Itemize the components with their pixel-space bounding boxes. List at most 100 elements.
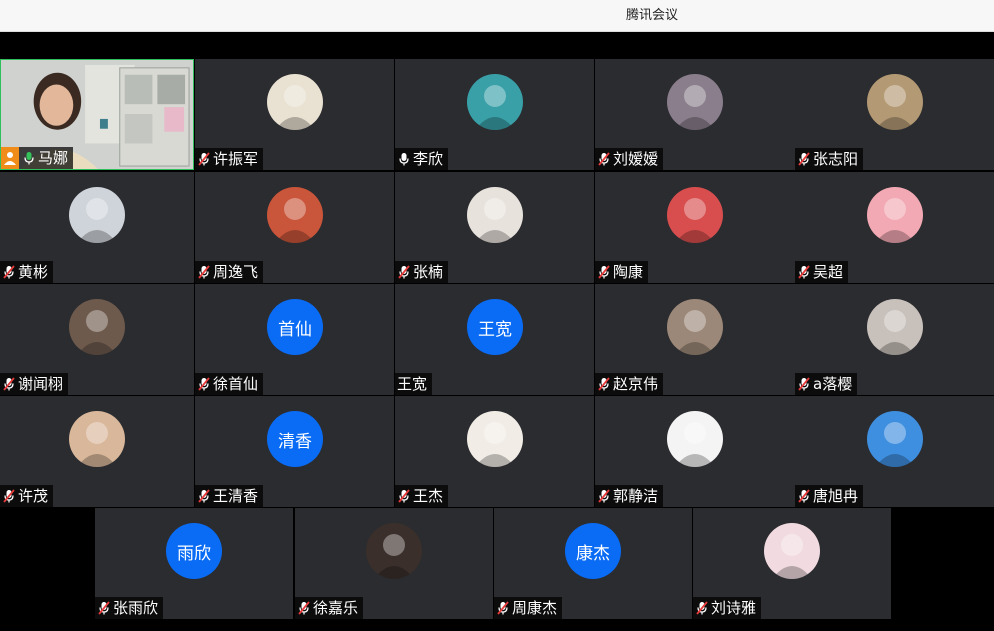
participant-tile[interactable]: 刘诗雅 xyxy=(693,508,891,619)
mic-muted-icon xyxy=(397,489,413,503)
participant-name: 刘诗雅 xyxy=(711,599,757,617)
participant-tile[interactable]: 清香 王清香 xyxy=(195,396,394,507)
avatar xyxy=(867,74,923,130)
participant-tile[interactable]: 刘嫒嫒 xyxy=(595,59,795,170)
mic-muted-icon xyxy=(397,265,413,279)
participant-name: 王杰 xyxy=(413,487,444,505)
avatar xyxy=(267,74,323,130)
avatar xyxy=(267,187,323,243)
participant-name: 黄彬 xyxy=(18,263,49,281)
mic-muted-icon xyxy=(197,265,213,279)
avatar xyxy=(467,411,523,467)
participant-name: 马娜 xyxy=(38,149,69,167)
avatar xyxy=(764,523,820,579)
participant-name: 张志阳 xyxy=(813,150,859,168)
avatar xyxy=(467,187,523,243)
host-icon xyxy=(1,147,19,169)
participant-name-label: a落樱 xyxy=(795,373,858,395)
participant-name-label: 刘嫒嫒 xyxy=(595,148,664,170)
avatar: 王宽 xyxy=(467,299,523,355)
participant-tile[interactable]: 唐旭冉 xyxy=(795,396,994,507)
avatar xyxy=(867,299,923,355)
mic-muted-icon xyxy=(597,489,613,503)
avatar xyxy=(667,411,723,467)
mic-muted-icon xyxy=(597,152,613,166)
participant-name: a落樱 xyxy=(813,375,853,393)
participant-name-label: 陶康 xyxy=(595,261,649,283)
participant-name: 周逸飞 xyxy=(213,263,259,281)
mic-muted-icon xyxy=(197,489,213,503)
avatar xyxy=(69,299,125,355)
participant-name: 唐旭冉 xyxy=(813,487,859,505)
mic-muted-icon xyxy=(597,377,613,391)
participant-name: 郭静洁 xyxy=(613,487,659,505)
participant-tile[interactable]: 许振军 xyxy=(195,59,394,170)
participant-tile[interactable]: 张志阳 xyxy=(795,59,994,170)
mic-muted-icon xyxy=(797,265,813,279)
avatar: 康杰 xyxy=(565,523,621,579)
participant-name-label: 许茂 xyxy=(0,485,54,507)
participant-name: 徐首仙 xyxy=(213,375,259,393)
participant-tile[interactable]: 雨欣张雨欣 xyxy=(95,508,293,619)
avatar xyxy=(867,411,923,467)
participant-tile[interactable]: 马娜 xyxy=(0,59,194,170)
window-title: 腾讯会议 xyxy=(625,8,678,23)
participant-tile[interactable]: 许茂 xyxy=(0,396,194,507)
mic-muted-icon xyxy=(2,377,18,391)
avatar: 雨欣 xyxy=(166,523,222,579)
avatar xyxy=(667,299,723,355)
participant-name: 赵京伟 xyxy=(613,375,659,393)
participant-name-label: 唐旭冉 xyxy=(795,485,864,507)
avatar xyxy=(667,187,723,243)
participant-name: 周康杰 xyxy=(512,599,558,617)
participant-name: 王清香 xyxy=(213,487,259,505)
participant-name-label: 周康杰 xyxy=(494,597,563,619)
mic-muted-icon xyxy=(2,489,18,503)
participant-tile[interactable]: 首仙 徐首仙 xyxy=(195,284,394,395)
title-bar: 腾讯会议 xyxy=(0,0,994,32)
participant-tile[interactable]: 吴超 xyxy=(795,172,994,283)
participant-name-label: 徐首仙 xyxy=(195,373,264,395)
participant-name: 刘嫒嫒 xyxy=(613,150,659,168)
participant-name-label: 谢闻栩 xyxy=(0,373,69,395)
mic-muted-icon xyxy=(197,152,213,166)
mic-muted-icon xyxy=(197,377,213,391)
participant-name: 许茂 xyxy=(18,487,49,505)
participant-name: 吴超 xyxy=(813,263,844,281)
participant-tile[interactable]: 黄彬 xyxy=(0,172,194,283)
participant-name-label: 李欣 xyxy=(395,148,449,170)
participant-tile[interactable]: 徐嘉乐 xyxy=(295,508,493,619)
participant-tile[interactable]: a落樱 xyxy=(795,284,994,395)
participant-name-label: 马娜 xyxy=(1,147,74,169)
participant-tile[interactable]: 康杰周康杰 xyxy=(494,508,692,619)
participant-tile[interactable]: 王宽 王宽 xyxy=(395,284,594,395)
participant-tile[interactable]: 陶康 xyxy=(595,172,795,283)
participant-tile[interactable]: 赵京伟 xyxy=(595,284,795,395)
participant-name: 张雨欣 xyxy=(113,599,159,617)
participant-name-label: 许振军 xyxy=(195,148,264,170)
participant-tile[interactable]: 周逸飞 xyxy=(195,172,394,283)
participant-tile[interactable]: 郭静洁 xyxy=(595,396,795,507)
mic-muted-icon xyxy=(695,601,711,615)
participant-name-label: 赵京伟 xyxy=(595,373,664,395)
participant-name: 王宽 xyxy=(397,375,428,393)
participant-name-label: 周逸飞 xyxy=(195,261,264,283)
mic-muted-icon xyxy=(297,601,313,615)
participant-name-label: 黄彬 xyxy=(0,261,54,283)
participant-name: 李欣 xyxy=(413,150,444,168)
participant-tile[interactable]: 谢闻栩 xyxy=(0,284,194,395)
participant-name-label: 张楠 xyxy=(395,261,449,283)
mic-icon xyxy=(22,151,38,165)
avatar xyxy=(467,74,523,130)
participant-name-label: 刘诗雅 xyxy=(693,597,762,619)
participant-name-label: 王清香 xyxy=(195,485,264,507)
participant-name-label: 张雨欣 xyxy=(95,597,164,619)
participant-tile[interactable]: 张楠 xyxy=(395,172,594,283)
participant-name-label: 王杰 xyxy=(395,485,449,507)
participant-tile[interactable]: 李欣 xyxy=(395,59,594,170)
avatar xyxy=(69,187,125,243)
participant-tile[interactable]: 王杰 xyxy=(395,396,594,507)
participant-name: 谢闻栩 xyxy=(18,375,64,393)
mic-muted-icon xyxy=(797,489,813,503)
participant-name-label: 徐嘉乐 xyxy=(295,597,364,619)
